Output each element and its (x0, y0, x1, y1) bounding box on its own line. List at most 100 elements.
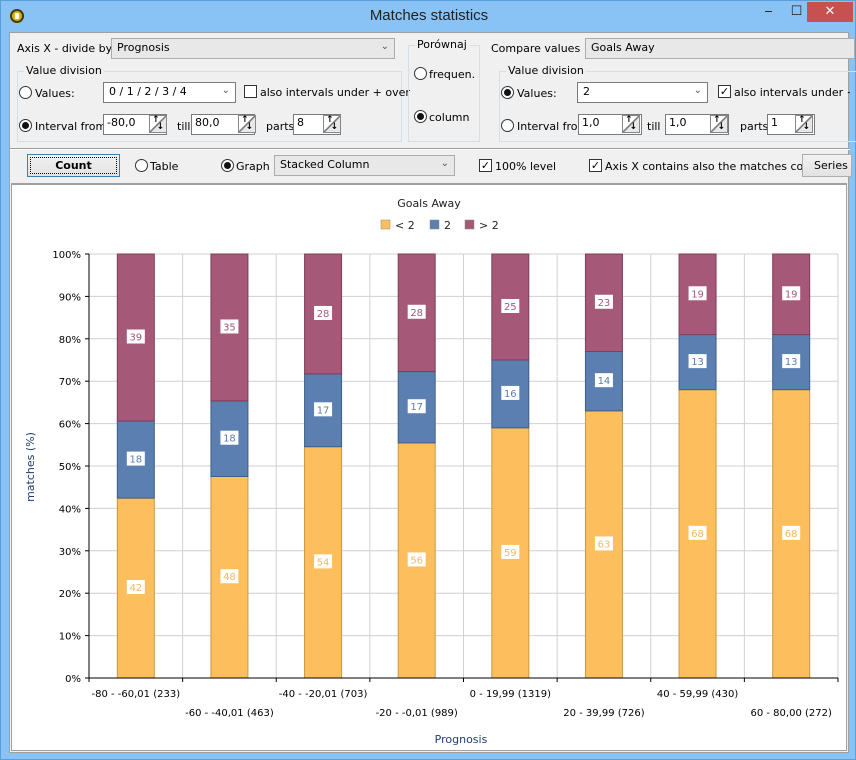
compare-also-intervals-label: also intervals under + over (734, 86, 850, 99)
x-tick-label: 60 - 80,00 (272) (750, 708, 831, 719)
group-title: Porównaj (415, 38, 469, 51)
legend-swatch (429, 219, 440, 230)
compare-values-value: 2 (583, 85, 590, 98)
data-label: 56 (410, 555, 423, 566)
x-tick-label: -60 - -40,01 (463) (185, 708, 274, 719)
axis-x-select[interactable]: Prognosis ⌄ (111, 38, 395, 59)
y-tick-label: 0% (65, 674, 81, 685)
column-label: column (429, 111, 470, 124)
data-label: 54 (317, 557, 330, 568)
axis-x-till-label: till (177, 120, 191, 133)
compare-till-label: till (647, 120, 661, 133)
axis-count-checkbox[interactable]: ✓ (589, 159, 602, 172)
data-label: 23 (598, 298, 611, 309)
legend-label: > 2 (479, 219, 499, 232)
compare-selected: Goals Away (591, 41, 655, 54)
axis-x-values-select[interactable]: 0 / 1 / 2 / 3 / 4 ⌄ (103, 82, 236, 103)
frequency-label: frequen. (429, 68, 476, 81)
compare-values-radio[interactable] (501, 86, 514, 99)
chevron-down-icon: ⌄ (693, 85, 702, 96)
window-title: Matches statistics (369, 7, 489, 24)
main-window: Matches statistics ‒ ☐ ✕ Axis X - divide… (0, 0, 856, 760)
axis-x-interval-label: Interval from (35, 120, 107, 133)
title-bar[interactable]: Matches statistics ‒ ☐ ✕ (1, 1, 856, 32)
series-button[interactable]: Series ... (802, 154, 852, 177)
compare-values-combo[interactable]: 2 ⌄ (577, 82, 708, 103)
legend-label: < 2 (395, 219, 415, 232)
axis-x-till-spinner[interactable]: ↑ ↓ (238, 115, 256, 133)
maximize-button[interactable]: ☐ (783, 2, 810, 22)
compare-interval-label: Interval from (517, 120, 579, 133)
x-tick-label: 0 - 19,99 (1319) (470, 689, 551, 700)
y-tick-label: 10% (59, 632, 81, 643)
graph-type-select[interactable]: Stacked Column ⌄ (274, 155, 455, 176)
graph-radio[interactable] (221, 159, 234, 172)
axis-x-label: Axis X - divide by (17, 42, 113, 55)
compare-also-intervals-checkbox[interactable]: ✓ (718, 85, 731, 98)
axis-x-parts-label: parts (266, 120, 295, 133)
legend-swatch (464, 219, 475, 230)
y-tick-label: 50% (59, 462, 81, 473)
axis-count-label: Axis X contains also the matches count (605, 160, 822, 173)
compare-values-label: Compare values (491, 42, 581, 55)
chevron-down-icon: ⌄ (440, 158, 449, 169)
divider (10, 148, 850, 150)
chevron-down-icon: ⌄ (221, 85, 230, 96)
compare-from-spinner[interactable]: ↑ ↓ (622, 115, 640, 133)
data-label: 16 (504, 389, 517, 400)
x-tick-label: 20 - 39,99 (726) (563, 708, 644, 719)
data-label: 28 (317, 309, 330, 320)
data-label: 35 (223, 322, 236, 333)
porownaj-group: Porównaj (408, 38, 480, 142)
group-title: Value division (506, 64, 586, 77)
data-label: 18 (129, 455, 142, 466)
axis-x-also-intervals-checkbox[interactable] (244, 85, 257, 98)
data-label: 17 (317, 405, 330, 416)
data-label: 68 (691, 529, 704, 540)
data-label: 28 (410, 308, 423, 319)
level100-checkbox[interactable]: ✓ (479, 159, 492, 172)
compare-values-select[interactable]: Goals Away (585, 38, 855, 59)
table-radio[interactable] (135, 159, 148, 172)
data-label: 68 (785, 529, 798, 540)
chart-grid (89, 253, 839, 678)
data-label: 39 (129, 333, 142, 344)
count-button[interactable]: Count (27, 154, 120, 177)
y-tick-label: 20% (59, 589, 81, 600)
client-area: Axis X - divide by Prognosis ⌄ Value div… (9, 32, 856, 753)
axis-x-interval-radio[interactable] (19, 119, 32, 132)
compare-till-spinner[interactable]: ↑ ↓ (710, 115, 728, 133)
frequency-radio[interactable] (414, 67, 427, 80)
axis-x-values-value: 0 / 1 / 2 / 3 / 4 (109, 85, 187, 98)
y-tick-label: 30% (59, 547, 81, 558)
graph-label: Graph (236, 160, 270, 173)
table-label: Table (150, 160, 179, 173)
data-label: 19 (785, 289, 798, 300)
legend-swatch (380, 219, 391, 230)
axis-x-values-label: Values: (35, 87, 75, 100)
y-tick-label: 60% (59, 420, 81, 431)
y-tick-label: 40% (59, 504, 81, 515)
y-tick-label: 80% (59, 335, 81, 346)
compare-interval-radio[interactable] (501, 119, 514, 132)
y-tick-label: 70% (59, 377, 81, 388)
axis-x-also-intervals-label: also intervals under + over (260, 86, 410, 99)
axis-x-values-radio[interactable] (19, 86, 32, 99)
stacked-column-chart: Goals Away < 2 2 > 2 42 18 39 48 18 35 54 17 28 56 1… (24, 197, 839, 746)
data-label: 25 (504, 302, 517, 313)
chart-title: Goals Away (397, 197, 461, 210)
chart-axes: 0% 10% 20% 30% 40% 50% 60% 70% 80% 90% 100% -80 - -… (52, 250, 839, 719)
close-button[interactable]: ✕ (807, 2, 853, 22)
chevron-down-icon: ⌄ (380, 41, 389, 52)
compare-parts-spinner[interactable]: ↑ ↓ (795, 115, 813, 133)
chart-area: Goals Away < 2 2 > 2 42 18 39 48 18 35 54 17 28 56 1… (11, 183, 847, 751)
minimize-button[interactable]: ‒ (755, 2, 782, 22)
x-axis-label: Prognosis (435, 733, 488, 746)
data-label: 59 (504, 548, 517, 559)
data-label: 63 (598, 539, 611, 550)
axis-x-parts-spinner[interactable]: ↑ ↓ (323, 115, 341, 133)
axis-x-from-spinner[interactable]: ↑ ↓ (149, 115, 167, 133)
level100-label: 100% level (495, 160, 557, 173)
column-radio[interactable] (414, 110, 427, 123)
compare-parts-label: parts (740, 120, 769, 133)
